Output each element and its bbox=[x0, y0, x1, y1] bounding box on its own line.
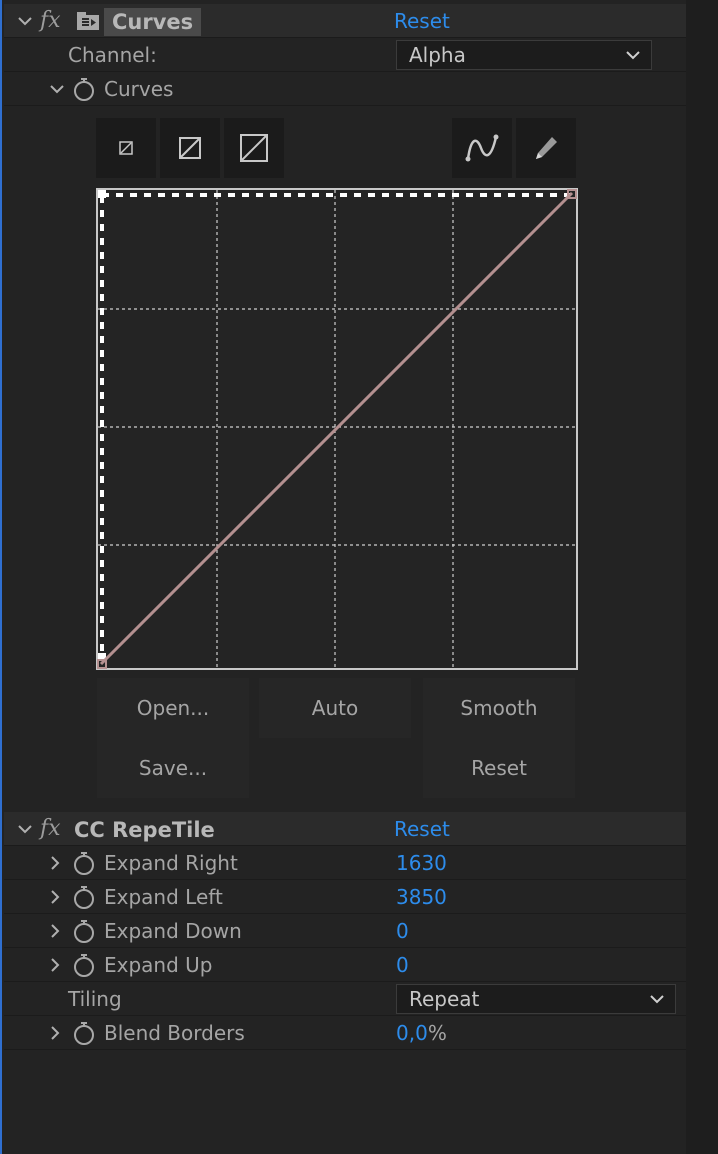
tiling-label: Tiling bbox=[68, 987, 122, 1011]
curves-reset-link[interactable]: Reset bbox=[394, 4, 450, 38]
param-row-blend-borders: Blend Borders 0,0% bbox=[4, 1016, 686, 1050]
panel-focus-edge bbox=[0, 0, 2, 1154]
channel-dropdown[interactable]: Alpha bbox=[396, 40, 652, 70]
param-value[interactable]: 3850 bbox=[396, 880, 447, 914]
param-row-expand-left: Expand Left 3850 bbox=[4, 880, 686, 914]
stopwatch-icon[interactable] bbox=[72, 953, 96, 977]
blend-borders-value[interactable]: 0,0 bbox=[396, 1021, 428, 1045]
auto-button[interactable]: Auto bbox=[259, 678, 411, 738]
large-graph-icon bbox=[240, 134, 268, 162]
param-label: Expand Right bbox=[104, 851, 238, 875]
blend-borders-label: Blend Borders bbox=[104, 1021, 245, 1045]
channel-label: Channel: bbox=[68, 43, 157, 67]
fx-toggle-icon[interactable]: fx bbox=[40, 812, 61, 846]
curves-param-label: Curves bbox=[104, 77, 174, 101]
chevron-down-icon bbox=[626, 51, 640, 60]
stopwatch-icon[interactable] bbox=[72, 77, 96, 101]
expand-chevron-icon[interactable] bbox=[46, 880, 64, 914]
tiling-dropdown[interactable]: Repeat bbox=[396, 984, 676, 1014]
param-row-expand-right: Expand Right 1630 bbox=[4, 846, 686, 880]
pencil-tool-button[interactable] bbox=[516, 118, 576, 178]
small-graph-icon bbox=[119, 141, 133, 155]
param-value[interactable]: 0 bbox=[396, 948, 409, 982]
effect-name[interactable]: CC RepeTile bbox=[66, 816, 223, 844]
curves-effect-header[interactable]: fx Curves Reset bbox=[4, 4, 686, 38]
repetile-effect-header[interactable]: fx CC RepeTile Reset bbox=[4, 812, 686, 846]
curves-param-row: Curves bbox=[4, 72, 686, 106]
param-value[interactable]: 1630 bbox=[396, 846, 447, 880]
channel-row: Channel: Alpha bbox=[4, 38, 686, 72]
param-label: Expand Down bbox=[104, 919, 242, 943]
stopwatch-icon[interactable] bbox=[72, 919, 96, 943]
stopwatch-icon[interactable] bbox=[72, 1021, 96, 1045]
chevron-down-icon bbox=[650, 995, 664, 1004]
open-button[interactable]: Open... bbox=[97, 678, 249, 738]
bezier-tool-icon bbox=[465, 134, 499, 162]
effect-preset-icon bbox=[76, 11, 100, 31]
curve-graph[interactable] bbox=[96, 188, 578, 670]
medium-graph-button[interactable] bbox=[160, 118, 220, 178]
repetile-reset-link[interactable]: Reset bbox=[394, 812, 450, 846]
small-graph-button[interactable] bbox=[96, 118, 156, 178]
tiling-value: Repeat bbox=[409, 987, 480, 1011]
blend-borders-unit: % bbox=[427, 1021, 447, 1045]
collapse-chevron-icon[interactable] bbox=[16, 4, 34, 38]
expand-chevron-icon[interactable] bbox=[46, 846, 64, 880]
stopwatch-icon[interactable] bbox=[72, 851, 96, 875]
expand-chevron-icon[interactable] bbox=[46, 914, 64, 948]
pencil-tool-icon bbox=[536, 137, 557, 159]
collapse-chevron-icon[interactable] bbox=[48, 72, 66, 106]
bezier-tool-button[interactable] bbox=[452, 118, 512, 178]
curves-reset-button[interactable]: Reset bbox=[423, 738, 575, 798]
save-button[interactable]: Save... bbox=[97, 738, 249, 798]
collapse-chevron-icon[interactable] bbox=[16, 812, 34, 846]
channel-value: Alpha bbox=[409, 43, 466, 67]
param-label: Expand Left bbox=[104, 885, 223, 909]
blend-borders-field[interactable]: 0,0% bbox=[396, 1016, 447, 1050]
stopwatch-icon[interactable] bbox=[72, 885, 96, 909]
medium-graph-icon bbox=[179, 137, 201, 159]
expand-chevron-icon[interactable] bbox=[46, 948, 64, 982]
param-value[interactable]: 0 bbox=[396, 914, 409, 948]
panel-scroll-gutter[interactable] bbox=[686, 0, 718, 1154]
param-row-expand-up: Expand Up 0 bbox=[4, 948, 686, 982]
large-graph-button[interactable] bbox=[224, 118, 284, 178]
effect-name[interactable]: Curves bbox=[104, 8, 202, 36]
param-label: Expand Up bbox=[104, 953, 213, 977]
expand-chevron-icon[interactable] bbox=[46, 1016, 64, 1050]
fx-toggle-icon[interactable]: fx bbox=[40, 4, 61, 38]
histogram-marker bbox=[98, 190, 106, 198]
tiling-row: Tiling Repeat bbox=[4, 982, 686, 1016]
param-row-expand-down: Expand Down 0 bbox=[4, 914, 686, 948]
smooth-button[interactable]: Smooth bbox=[423, 678, 575, 738]
